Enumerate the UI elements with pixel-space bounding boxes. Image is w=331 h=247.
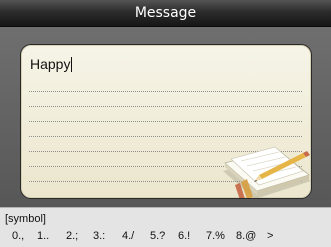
notepad-pencil-icon	[223, 146, 311, 198]
ruled-line	[29, 136, 302, 137]
title-bar: Message	[0, 0, 331, 27]
symbol-key[interactable]: 6.!	[178, 230, 190, 243]
symbol-key[interactable]: 2.;	[66, 230, 78, 243]
ruled-line	[29, 106, 302, 107]
input-method-bar: [symbol] 0., 1.. 2.; 3.: 4./ 5.? 6.! 7.%…	[0, 207, 331, 247]
symbol-key[interactable]: 0.,	[12, 230, 24, 243]
symbol-key[interactable]: 7.%	[206, 230, 225, 243]
text-cursor	[71, 57, 73, 72]
symbol-key[interactable]: 8.@	[236, 230, 256, 243]
message-screen: Message Happy [symbol] 0., 1.. 2.; 3.: 4…	[0, 0, 331, 247]
message-editor[interactable]: Happy	[20, 44, 312, 199]
message-input[interactable]: Happy	[30, 56, 73, 72]
next-page-key[interactable]: >	[267, 230, 273, 243]
symbol-key[interactable]: 3.:	[93, 230, 105, 243]
symbol-key[interactable]: 4./	[122, 230, 134, 243]
input-mode-label: [symbol]	[5, 213, 46, 225]
screen-title: Message	[134, 5, 197, 21]
symbol-key[interactable]: 5.?	[150, 230, 165, 243]
symbol-key-row: 0., 1.. 2.; 3.: 4./ 5.? 6.! 7.% 8.@ >	[12, 230, 328, 244]
message-panel: Happy	[0, 27, 331, 207]
ruled-line	[29, 121, 302, 122]
message-text: Happy	[30, 56, 71, 72]
symbol-key[interactable]: 1..	[37, 230, 49, 243]
ruled-line	[29, 91, 302, 92]
